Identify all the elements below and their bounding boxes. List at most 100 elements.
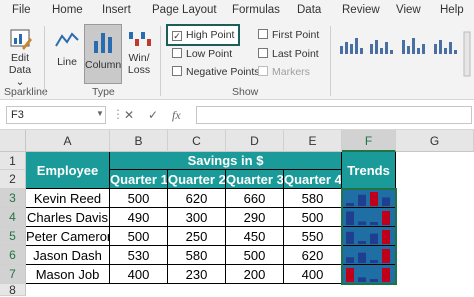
sparkline-high-point-bar (382, 249, 390, 263)
row-header-5[interactable]: 5 (0, 227, 26, 246)
tab-help[interactable]: Help (440, 4, 464, 16)
group-separator (160, 26, 161, 96)
row-header-2[interactable]: 2 (0, 170, 26, 189)
column-header-c[interactable]: C (168, 130, 226, 152)
tab-view[interactable]: View (396, 4, 421, 16)
savings-value-cell[interactable]: 580 (168, 246, 226, 265)
column-sparkline-icon (94, 33, 112, 53)
sparkline-bar (370, 222, 378, 225)
employee-name-cell[interactable]: Jason Dash (26, 246, 110, 265)
trends-header-cell[interactable]: Trends (342, 152, 396, 189)
sparkline-bar (346, 203, 354, 206)
column-header-g[interactable]: G (396, 130, 474, 152)
cancel-icon[interactable]: ✕ (124, 108, 134, 122)
savings-value-cell[interactable]: 290 (226, 208, 284, 227)
savings-header-cell[interactable]: Savings in $ (110, 152, 342, 170)
column-sparkline (342, 189, 395, 207)
savings-value-cell[interactable]: 550 (284, 227, 342, 246)
column-header-f[interactable]: F (342, 130, 396, 152)
sparkline-bar (358, 221, 366, 225)
employee-name-cell[interactable]: Peter Cameron (26, 227, 110, 246)
savings-value-cell[interactable]: 250 (168, 227, 226, 246)
employee-name-cell[interactable]: Charles Davis (26, 208, 110, 227)
savings-value-cell[interactable]: 660 (226, 189, 284, 208)
sparkline-style-gallery[interactable] (336, 28, 472, 82)
savings-value-cell[interactable]: 200 (226, 265, 284, 284)
trend-sparkline-cell[interactable] (342, 265, 396, 284)
tab-file[interactable]: File (12, 4, 31, 16)
trend-sparkline-cell[interactable] (342, 227, 396, 246)
tab-insert[interactable]: Insert (102, 4, 131, 16)
savings-value-cell[interactable]: 230 (168, 265, 226, 284)
savings-value-cell[interactable]: 500 (110, 227, 168, 246)
tab-home[interactable]: Home (52, 4, 83, 16)
savings-value-cell[interactable]: 620 (168, 189, 226, 208)
more-options-icon: ⋮ (112, 107, 124, 121)
trend-sparkline-cell[interactable] (342, 208, 396, 227)
negative-points-checkbox[interactable]: Negative Points (172, 66, 260, 78)
column-header-b[interactable]: B (110, 130, 168, 152)
line-sparkline-icon (55, 32, 79, 47)
column-header-a[interactable]: A (26, 130, 110, 152)
enter-icon[interactable]: ✓ (148, 108, 158, 122)
sparkline-high-point-bar (382, 230, 390, 244)
row-header-4[interactable]: 4 (0, 208, 26, 227)
markers-checkbox[interactable]: Markers (258, 66, 310, 78)
sparkline-bar (358, 252, 366, 263)
last-point-checkbox[interactable]: Last Point (258, 48, 319, 60)
edit-data-button[interactable]: Edit Data ⌄ (4, 26, 36, 88)
quarter-header-cell[interactable]: Quarter 4 (284, 170, 342, 189)
first-point-checkbox[interactable]: First Point (258, 29, 319, 41)
row-header-8[interactable]: 8 (0, 284, 26, 296)
type-line-button[interactable]: Line (52, 26, 82, 68)
low-point-checkbox[interactable]: Low Point (172, 48, 232, 60)
trend-sparkline-cell[interactable] (342, 189, 396, 208)
savings-value-cell[interactable]: 400 (110, 265, 168, 284)
select-all-corner[interactable] (0, 130, 26, 152)
quarter-header-cell[interactable]: Quarter 1 (110, 170, 168, 189)
insert-function-icon[interactable]: fx (172, 108, 181, 123)
savings-value-cell[interactable]: 500 (110, 189, 168, 208)
type-winloss-label-1: Win/ (128, 52, 150, 64)
name-box[interactable]: F3 (6, 106, 106, 124)
sparkline-high-point-bar (382, 268, 390, 282)
employee-name-cell[interactable]: Mason Job (26, 265, 110, 284)
row-header-3[interactable]: 3 (0, 189, 26, 208)
row-header-1[interactable]: 1 (0, 152, 26, 170)
savings-value-cell[interactable]: 500 (284, 208, 342, 227)
savings-value-cell[interactable]: 580 (284, 189, 342, 208)
type-column-button[interactable]: Column (84, 24, 122, 84)
checkmark-icon: ✓ (172, 31, 182, 41)
quarter-header-cell[interactable]: Quarter 2 (168, 170, 226, 189)
trend-sparkline-cell[interactable] (342, 246, 396, 265)
savings-value-cell[interactable]: 490 (110, 208, 168, 227)
ribbon-tabs: File Home Insert Page Layout Formulas Da… (0, 0, 474, 22)
savings-value-cell[interactable]: 500 (226, 246, 284, 265)
tab-page-layout[interactable]: Page Layout (152, 4, 217, 16)
sparkline-bar (346, 257, 354, 263)
employee-header-cell[interactable]: Employee (26, 152, 110, 189)
savings-value-cell[interactable]: 620 (284, 246, 342, 265)
sparkline-bar (358, 277, 366, 282)
tab-data[interactable]: Data (297, 4, 321, 16)
formula-input[interactable] (196, 106, 472, 124)
savings-value-cell[interactable]: 300 (168, 208, 226, 227)
row-header-7[interactable]: 7 (0, 265, 26, 284)
column-header-e[interactable]: E (284, 130, 342, 152)
edit-data-label-1: Edit (10, 52, 30, 64)
name-box-dropdown-icon[interactable]: ▼ (96, 109, 104, 118)
ribbon: Edit Data ⌄ Sparkline Line Column Win/ L… (0, 22, 474, 100)
savings-value-cell[interactable]: 400 (284, 265, 342, 284)
type-winloss-button[interactable]: Win/ Loss (124, 26, 154, 76)
high-point-checkbox[interactable]: ✓ High Point (166, 24, 241, 46)
row-header-6[interactable]: 6 (0, 246, 26, 265)
column-sparkline (342, 246, 395, 264)
employee-name-cell[interactable]: Kevin Reed (26, 189, 110, 208)
quarter-header-cell[interactable]: Quarter 3 (226, 170, 284, 189)
savings-value-cell[interactable]: 530 (110, 246, 168, 265)
winloss-sparkline-icon (129, 32, 151, 46)
tab-review[interactable]: Review (342, 4, 380, 16)
savings-value-cell[interactable]: 450 (226, 227, 284, 246)
column-header-d[interactable]: D (226, 130, 284, 152)
tab-formulas[interactable]: Formulas (232, 4, 280, 16)
